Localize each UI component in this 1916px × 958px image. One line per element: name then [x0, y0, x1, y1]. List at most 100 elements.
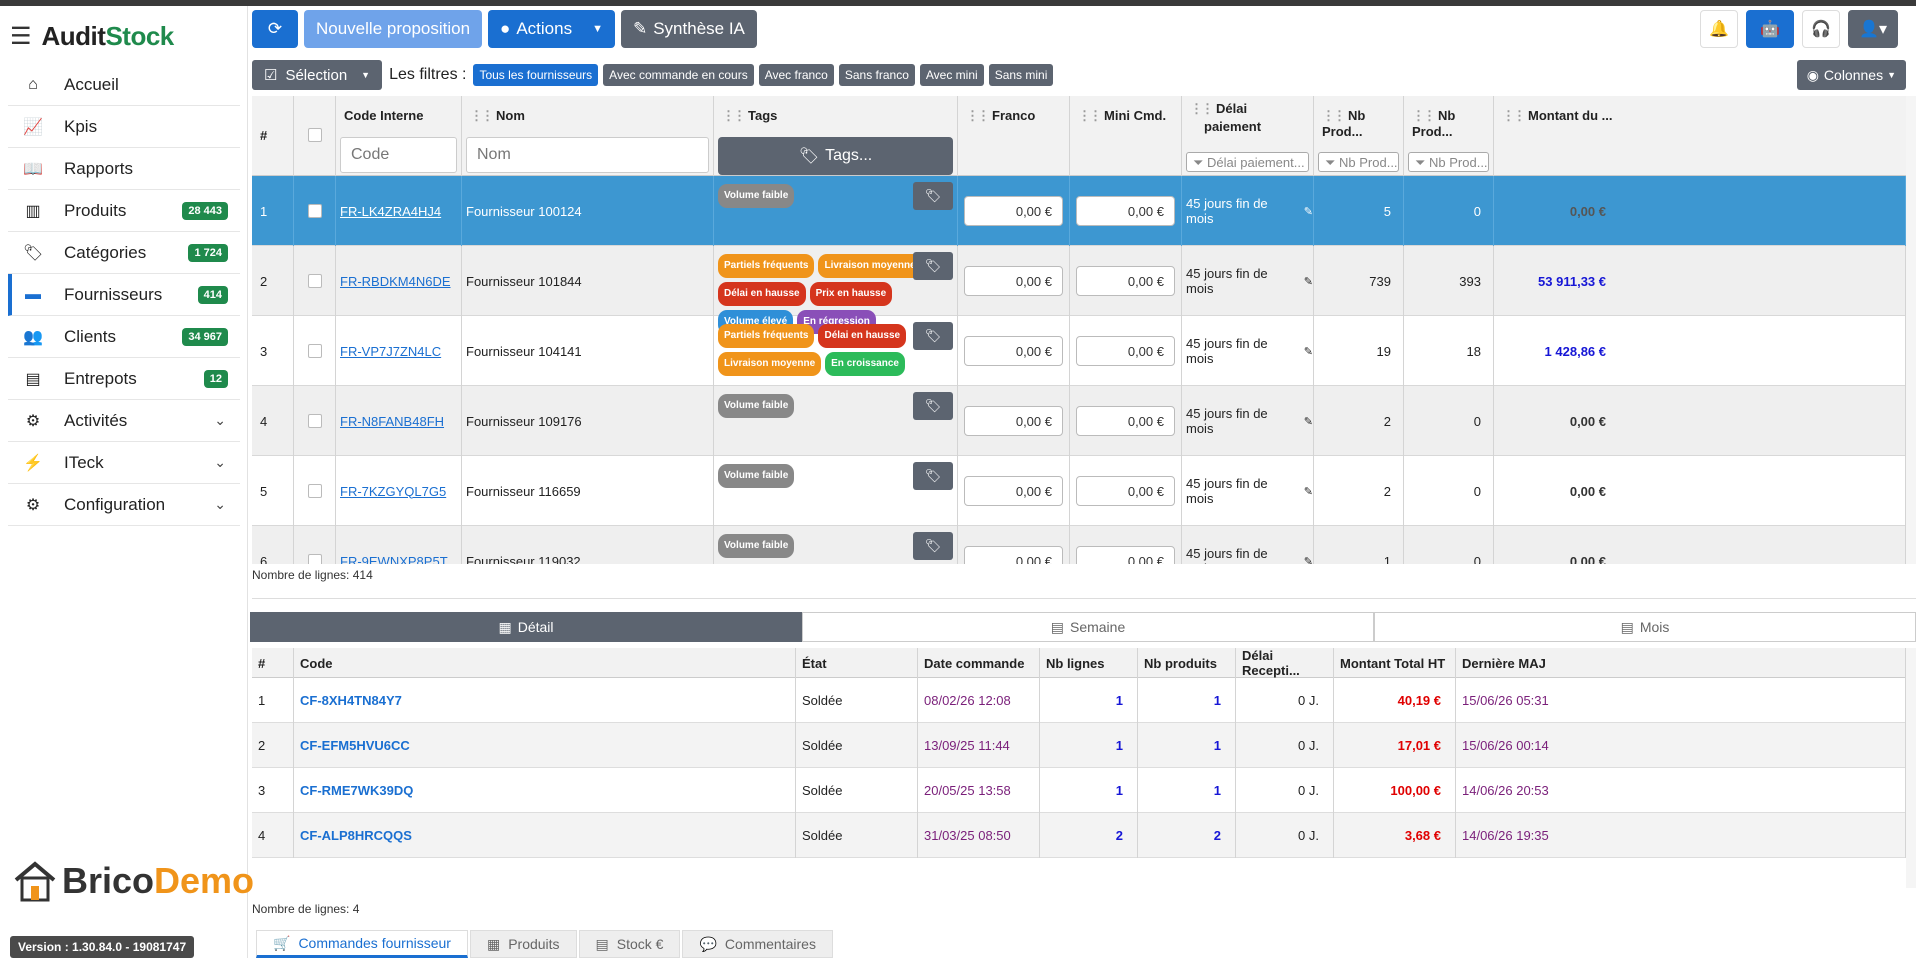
filter-chip[interactable]: Avec franco [758, 64, 834, 86]
sidebar-item-fournisseurs[interactable]: ▬ Fournisseurs 414 [8, 274, 240, 316]
col-nbprod-2[interactable]: ⋮⋮ Nb Prod... ⏷ Nb Prod... [1404, 96, 1494, 176]
filter-chip[interactable]: Sans franco [838, 64, 915, 86]
franco-input[interactable]: 0,00 € [964, 476, 1063, 506]
orders-scrollbar[interactable] [1906, 648, 1916, 888]
sidebar-item-clients[interactable]: 👥 Clients 34 967 [8, 316, 240, 358]
row-checkbox[interactable] [307, 204, 322, 218]
supplier-code-link[interactable]: FR-7KZGYQL7G5 [340, 484, 446, 499]
select-all-checkbox[interactable] [308, 128, 322, 142]
franco-input[interactable]: 0,00 € [964, 406, 1063, 436]
chevron-down-icon[interactable]: ⌄ [214, 412, 226, 429]
refresh-button[interactable]: ⟳ [252, 10, 298, 48]
tag-badge[interactable]: Livraison moyenne [718, 352, 822, 376]
brand-logo-text[interactable]: AuditStock [42, 21, 175, 52]
col-franco[interactable]: ⋮⋮ Franco [958, 96, 1070, 176]
sidebar-item-kpis[interactable]: 📈 Kpis [8, 106, 240, 148]
mini-cmd-input[interactable]: 0,00 € [1076, 406, 1175, 436]
edit-icon[interactable]: ✎ [1304, 415, 1313, 428]
tag-badge[interactable]: Délai en hausse [718, 282, 806, 306]
sidebar-item-activités[interactable]: ⚙ Activités ⌄ [8, 400, 240, 442]
orders-col-header[interactable]: État [796, 648, 918, 678]
tag-badge[interactable]: Volume faible [718, 534, 795, 558]
supplier-code-link[interactable]: FR-VP7J7ZN4LC [340, 344, 441, 359]
tag-badge[interactable]: Volume faible [718, 464, 795, 488]
col-tags[interactable]: ⋮⋮ Tags 🏷 Tags... [714, 96, 958, 176]
panel-splitter[interactable] [252, 598, 1916, 604]
tab-detail[interactable]: ▦ Détail [250, 612, 802, 642]
order-code-link[interactable]: CF-RME7WK39DQ [300, 783, 413, 798]
tab-commentaires[interactable]: 💬 Commentaires [682, 930, 833, 958]
drag-grip-icon[interactable]: ⋮⋮ [1412, 108, 1436, 123]
tab-commandes-fournisseur[interactable]: 🛒 Commandes fournisseur [256, 930, 468, 958]
nom-filter-input[interactable]: Nom [466, 137, 709, 173]
drag-grip-icon[interactable]: ⋮⋮ [722, 108, 746, 123]
tab-semaine[interactable]: ▤ Semaine [802, 612, 1374, 642]
edit-tags-button[interactable]: 🏷 [913, 392, 953, 420]
tag-badge[interactable]: En croissance [825, 352, 905, 376]
row-checkbox[interactable] [307, 274, 322, 288]
supplier-code-link[interactable]: FR-9EWNXP8P5T [340, 554, 448, 565]
sidebar-item-accueil[interactable]: ⌂ Accueil [8, 64, 240, 106]
orders-col-header[interactable]: Délai Recepti... [1236, 648, 1334, 678]
nbprod-1-filter-button[interactable]: ⏷ Nb Prod... [1318, 152, 1399, 172]
col-code[interactable]: Code Interne Code [336, 96, 462, 176]
franco-input[interactable]: 0,00 € [964, 266, 1063, 296]
tag-badge[interactable]: Délai en hausse [818, 324, 907, 348]
notifications-button[interactable]: 🔔 [1700, 10, 1738, 48]
supplier-code-link[interactable]: FR-RBDKM4N6DE [340, 274, 451, 289]
sidebar-item-rapports[interactable]: 📖 Rapports [8, 148, 240, 190]
drag-grip-icon[interactable]: ⋮⋮ [470, 108, 494, 123]
filter-chip[interactable]: Sans mini [988, 64, 1054, 86]
actions-button[interactable]: ● Actions ▼ [488, 10, 615, 48]
edit-icon[interactable]: ✎ [1304, 555, 1313, 565]
mini-cmd-input[interactable]: 0,00 € [1076, 196, 1175, 226]
order-code-link[interactable]: CF-ALP8HRCQQS [300, 828, 412, 843]
edit-icon[interactable]: ✎ [1304, 275, 1313, 288]
edit-icon[interactable]: ✎ [1304, 345, 1313, 358]
orders-col-header[interactable]: Nb produits [1138, 648, 1236, 678]
drag-grip-icon[interactable]: ⋮⋮ [1078, 108, 1102, 123]
franco-input[interactable]: 0,00 € [964, 336, 1063, 366]
orders-col-header[interactable]: Code [294, 648, 796, 678]
sidebar-item-entrepots[interactable]: ▤ Entrepots 12 [8, 358, 240, 400]
orders-col-header[interactable]: Nb lignes [1040, 648, 1138, 678]
columns-button[interactable]: ◉ Colonnes ▼ [1796, 60, 1906, 90]
table-row[interactable]: 1 FR-LK4ZRA4HJ4 Fournisseur 100124 Volume f… [252, 176, 1906, 246]
order-row[interactable]: 4 CF-ALP8HRCQQS Soldée 31/03/25 08:50 2 2 0 J.… [252, 813, 1906, 858]
tag-badge[interactable]: Livraison moyenne [818, 254, 922, 278]
tag-badge[interactable]: Partiels fréquents [718, 254, 815, 278]
supplier-code-link[interactable]: FR-N8FANB48FH [340, 414, 444, 429]
tag-badge[interactable]: Volume faible [718, 394, 795, 418]
edit-icon[interactable]: ✎ [1304, 485, 1313, 498]
filter-chip[interactable]: Avec mini [919, 64, 984, 86]
row-checkbox[interactable] [307, 414, 322, 428]
orders-col-header[interactable]: Montant Total HT [1334, 648, 1456, 678]
filter-chip[interactable]: Tous les fournisseurs [473, 64, 599, 86]
edit-icon[interactable]: ✎ [1304, 205, 1313, 218]
col-mini[interactable]: ⋮⋮ Mini Cmd. [1070, 96, 1182, 176]
franco-input[interactable]: 0,00 € [964, 196, 1063, 226]
nbprod-2-filter-button[interactable]: ⏷ Nb Prod... [1408, 152, 1489, 172]
table-row[interactable]: 6 FR-9EWNXP8P5T Fournisseur 119032 Volume f… [252, 526, 1906, 564]
col-nom[interactable]: ⋮⋮ Nom Nom [462, 96, 714, 176]
code-filter-input[interactable]: Code [340, 137, 457, 173]
edit-tags-button[interactable]: 🏷 [913, 532, 953, 560]
mini-cmd-input[interactable]: 0,00 € [1076, 546, 1175, 564]
sidebar-item-iteck[interactable]: ⚡ ITeck ⌄ [8, 442, 240, 484]
selection-dropdown[interactable]: ☑ Sélection ▼ [252, 60, 383, 90]
support-button[interactable]: 🎧 [1802, 10, 1840, 48]
edit-tags-button[interactable]: 🏷 [913, 182, 953, 210]
row-checkbox[interactable] [307, 554, 322, 564]
tag-badge[interactable]: Prix en hausse [809, 282, 893, 306]
grid-scrollbar[interactable] [1906, 96, 1916, 564]
mini-cmd-input[interactable]: 0,00 € [1076, 336, 1175, 366]
edit-tags-button[interactable]: 🏷 [913, 322, 953, 350]
table-row[interactable]: 2 FR-RBDKM4N6DE Fournisseur 101844 Partiels… [252, 246, 1906, 334]
supplier-code-link[interactable]: FR-LK4ZRA4HJ4 [340, 204, 441, 219]
tab-produits[interactable]: ▦ Produits [469, 930, 577, 958]
sidebar-item-configuration[interactable]: ⚙ Configuration ⌄ [8, 484, 240, 526]
edit-tags-button[interactable]: 🏷 [913, 462, 953, 490]
table-row[interactable]: 4 FR-N8FANB48FH Fournisseur 109176 Volume f… [252, 386, 1906, 456]
order-row[interactable]: 2 CF-EFM5HVU6CC Soldée 13/09/25 11:44 1 1 0 J.… [252, 723, 1906, 768]
orders-col-header[interactable]: Date commande [918, 648, 1040, 678]
